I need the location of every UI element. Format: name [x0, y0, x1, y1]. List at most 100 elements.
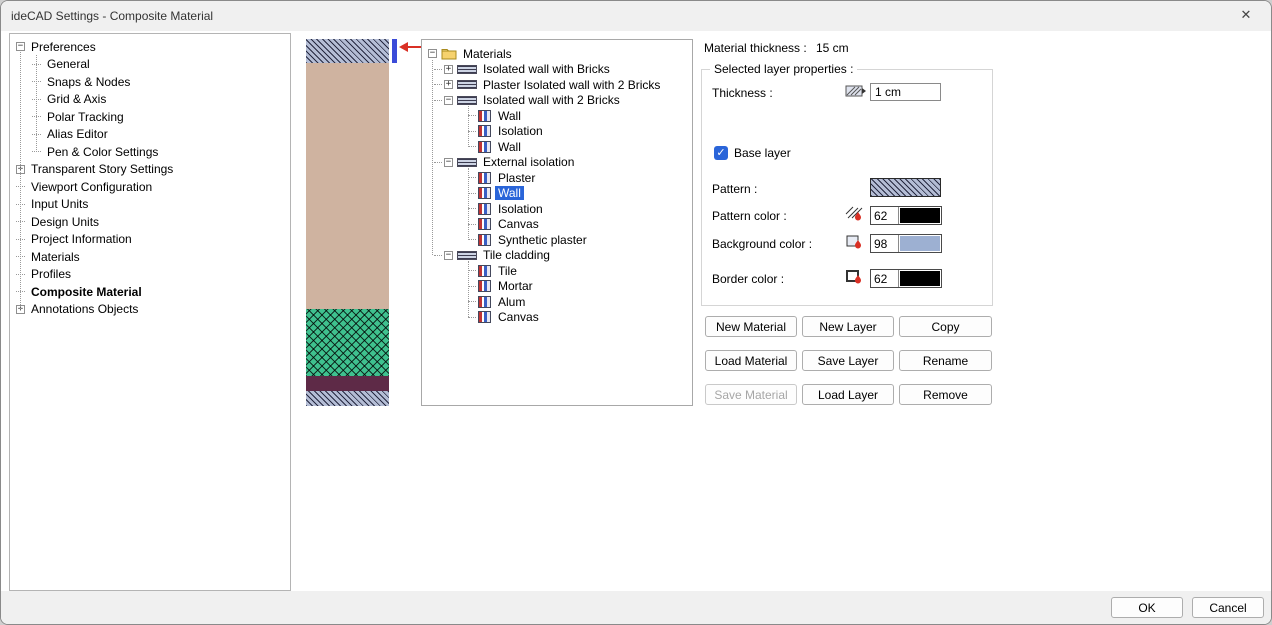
settings-tree-item-general[interactable]: General — [10, 56, 290, 74]
new-layer-button[interactable]: New Layer — [802, 316, 894, 337]
tree-item-label: Viewport Configuration — [29, 180, 154, 194]
save-layer-button[interactable]: Save Layer — [802, 350, 894, 371]
tree-item-label: Isolation — [495, 202, 546, 216]
tree-connector — [434, 162, 442, 163]
border-color-swatch[interactable] — [899, 270, 941, 287]
rename-button[interactable]: Rename — [899, 350, 992, 371]
tree-connector — [434, 100, 442, 101]
settings-tree-item-transparent-story-settings[interactable]: + Transparent Story Settings — [10, 161, 290, 179]
pattern-label: Pattern : — [712, 182, 757, 196]
collapse-icon[interactable]: − — [444, 96, 453, 105]
tree-item-label: Profiles — [29, 267, 73, 281]
base-layer-row: ✓ Base layer — [714, 146, 791, 160]
tree-connector — [468, 286, 476, 287]
background-color-swatch[interactable] — [899, 235, 941, 252]
remove-button[interactable]: Remove — [899, 384, 992, 405]
settings-tree-item-input-units[interactable]: Input Units — [10, 196, 290, 214]
preview-layer-plaster[interactable] — [306, 39, 389, 63]
preview-layer-canvas[interactable] — [306, 376, 389, 391]
tree-item-label: Wall — [495, 109, 524, 123]
settings-tree-item-viewport-configuration[interactable]: Viewport Configuration — [10, 178, 290, 196]
preview-layer-wall[interactable] — [306, 63, 389, 309]
expand-icon[interactable]: + — [444, 65, 453, 74]
layer-item[interactable]: Isolation — [422, 124, 692, 140]
settings-tree-item-grid-axis[interactable]: Grid & Axis — [10, 91, 290, 109]
pattern-color-swatch[interactable] — [899, 207, 941, 224]
pattern-color-label: Pattern color : — [712, 209, 787, 223]
tree-connector — [468, 177, 476, 178]
layer-item[interactable]: Plaster — [422, 170, 692, 186]
tree-connector — [434, 84, 442, 85]
load-material-button[interactable]: Load Material — [705, 350, 797, 371]
tree-connector — [434, 69, 442, 70]
settings-tree-item-annotations-objects[interactable]: + Annotations Objects — [10, 301, 290, 319]
pattern-color-control[interactable] — [870, 206, 942, 225]
thickness-input[interactable] — [870, 83, 941, 101]
background-color-control[interactable] — [870, 234, 942, 253]
settings-tree-item-project-information[interactable]: Project Information — [10, 231, 290, 249]
settings-tree-item-snaps-nodes[interactable]: Snaps & Nodes — [10, 73, 290, 91]
material-item[interactable]: − Isolated wall with 2 Bricks — [422, 93, 692, 109]
settings-tree-item-design-units[interactable]: Design Units — [10, 213, 290, 231]
tree-item-label: Project Information — [29, 232, 134, 246]
collapse-icon[interactable]: − — [444, 158, 453, 167]
layer-item[interactable]: Wall — [422, 108, 692, 124]
layer-item[interactable]: Wall — [422, 139, 692, 155]
group-title: Selected layer properties : — [710, 62, 857, 76]
settings-window: ideCAD Settings - Composite Material ✕ −… — [0, 0, 1272, 625]
settings-tree-item-preferences[interactable]: − Preferences — [10, 38, 290, 56]
ok-button[interactable]: OK — [1111, 597, 1183, 618]
tree-item-label: Annotations Objects — [29, 302, 140, 316]
load-layer-button[interactable]: Load Layer — [802, 384, 894, 405]
new-material-button[interactable]: New Material — [705, 316, 797, 337]
background-color-index-input[interactable] — [871, 235, 899, 252]
layer-icon — [478, 280, 491, 292]
material-item[interactable]: − Tile cladding — [422, 248, 692, 264]
collapse-icon[interactable]: − — [444, 251, 453, 260]
material-item[interactable]: − External isolation — [422, 155, 692, 171]
materials-tree-root[interactable]: − Materials — [422, 46, 692, 62]
layer-item[interactable]: Mortar — [422, 279, 692, 295]
border-color-control[interactable] — [870, 269, 942, 288]
layer-item[interactable]: Synthetic plaster — [422, 232, 692, 248]
pattern-color-index-input[interactable] — [871, 207, 899, 224]
layer-item-selected[interactable]: Wall — [422, 186, 692, 202]
settings-tree-item-composite-material[interactable]: Composite Material — [10, 283, 290, 301]
settings-tree-item-polar-tracking[interactable]: Polar Tracking — [10, 108, 290, 126]
cancel-button[interactable]: Cancel — [1192, 597, 1264, 618]
background-color-icon — [845, 234, 863, 250]
tree-guide-line — [468, 106, 469, 147]
expand-icon[interactable]: + — [444, 80, 453, 89]
copy-button[interactable]: Copy — [899, 316, 992, 337]
layer-item[interactable]: Tile — [422, 263, 692, 279]
layer-item[interactable]: Alum — [422, 294, 692, 310]
dialog-footer: OK Cancel — [1, 591, 1271, 624]
material-item[interactable]: + Isolated wall with Bricks — [422, 62, 692, 78]
base-layer-checkbox[interactable]: ✓ — [714, 146, 728, 160]
material-item[interactable]: + Plaster Isolated wall with 2 Bricks — [422, 77, 692, 93]
selected-layer-arrow-icon — [399, 40, 423, 54]
settings-tree-item-alias-editor[interactable]: Alias Editor — [10, 126, 290, 144]
tree-item-label: Isolated wall with 2 Bricks — [480, 93, 623, 107]
layer-item[interactable]: Isolation — [422, 201, 692, 217]
tree-item-label: Canvas — [495, 310, 542, 324]
pattern-swatch[interactable] — [870, 178, 941, 197]
preview-layer-synthetic-plaster[interactable] — [306, 391, 389, 406]
border-color-index-input[interactable] — [871, 270, 899, 287]
material-preview-strip[interactable] — [306, 39, 389, 406]
settings-tree-item-profiles[interactable]: Profiles — [10, 266, 290, 284]
settings-tree-item-pen-color-settings[interactable]: Pen & Color Settings — [10, 143, 290, 161]
tree-item-label: Alum — [495, 295, 528, 309]
settings-tree-item-materials[interactable]: Materials — [10, 248, 290, 266]
tree-connector — [468, 239, 476, 240]
preview-layer-isolation[interactable] — [306, 309, 389, 376]
layer-item[interactable]: Canvas — [422, 310, 692, 326]
layer-icon — [478, 218, 491, 230]
collapse-icon[interactable]: − — [16, 42, 25, 51]
tree-guide-line — [36, 55, 37, 152]
close-icon[interactable]: ✕ — [1231, 7, 1261, 25]
tree-item-label: Tile — [495, 264, 520, 278]
layer-item[interactable]: Canvas — [422, 217, 692, 233]
collapse-icon[interactable]: − — [428, 49, 437, 58]
tree-connector — [468, 146, 476, 147]
